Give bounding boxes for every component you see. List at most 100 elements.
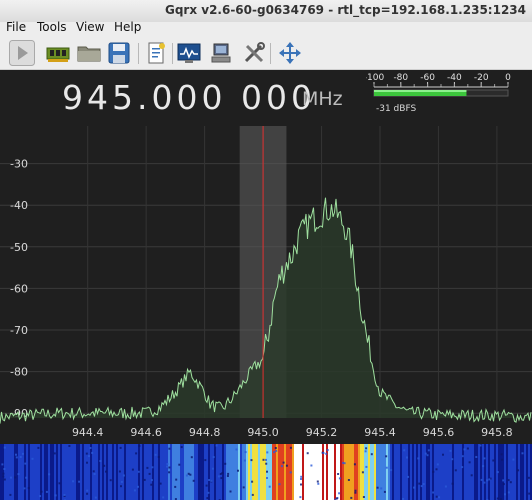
waterfall-noise xyxy=(244,451,247,454)
waterfall-noise xyxy=(310,464,313,467)
fft-settings-button[interactable] xyxy=(176,40,202,66)
waterfall-column xyxy=(60,444,62,500)
waterfall-noise xyxy=(289,471,292,474)
waterfall-column xyxy=(414,444,416,500)
waterfall[interactable] xyxy=(0,444,532,500)
waterfall-column xyxy=(112,444,114,500)
network-button[interactable] xyxy=(209,40,235,66)
waterfall-noise xyxy=(168,471,171,474)
waterfall-column xyxy=(2,444,4,500)
waterfall-noise xyxy=(347,479,350,481)
waterfall-noise xyxy=(86,461,88,464)
smeter-scale-label: -20 xyxy=(474,73,489,83)
waterfall-column xyxy=(156,444,158,500)
io-devices-button[interactable] xyxy=(45,40,71,66)
settings-tools-button[interactable] xyxy=(241,40,267,66)
waterfall-column xyxy=(128,444,130,500)
waterfall-noise xyxy=(3,446,6,449)
menu-file[interactable]: File xyxy=(6,20,26,34)
waterfall-noise xyxy=(338,492,341,495)
waterfall-column xyxy=(438,444,440,500)
waterfall-noise xyxy=(10,476,12,479)
waterfall-column xyxy=(344,444,346,500)
waterfall-noise xyxy=(383,490,386,493)
waterfall-noise xyxy=(322,452,325,454)
waterfall-column xyxy=(374,444,376,500)
waterfall-noise xyxy=(251,480,254,483)
save-settings-button[interactable] xyxy=(106,40,132,66)
x-tick-label: 945.4 xyxy=(364,426,396,439)
waterfall-column xyxy=(412,444,414,500)
waterfall-noise xyxy=(268,485,271,488)
remote-control-button[interactable] xyxy=(143,40,169,66)
move-arrows-icon xyxy=(279,42,301,64)
waterfall-column xyxy=(176,444,178,500)
waterfall-noise xyxy=(385,466,388,469)
waterfall-column xyxy=(170,444,172,500)
waterfall-noise xyxy=(226,475,229,477)
auto-range-button[interactable] xyxy=(277,40,303,66)
waterfall-column xyxy=(348,444,350,500)
waterfall-column xyxy=(428,444,430,500)
folder-icon xyxy=(77,46,101,62)
waterfall-column xyxy=(200,444,202,500)
waterfall-noise xyxy=(227,472,230,475)
waterfall-column xyxy=(214,444,216,500)
waterfall-column xyxy=(462,444,464,500)
waterfall-noise xyxy=(500,453,503,456)
waterfall-column xyxy=(442,444,444,500)
spectrum-chart[interactable]: -30-40-50-60-70-80-90944.4 944.6 944.8 945.… xyxy=(0,126,532,444)
waterfall-noise xyxy=(353,463,356,466)
waterfall-column xyxy=(136,444,138,500)
waterfall-column xyxy=(300,444,302,500)
waterfall-column xyxy=(270,444,272,500)
load-settings-button[interactable] xyxy=(76,40,102,66)
waterfall-column xyxy=(152,444,154,500)
waterfall-column xyxy=(166,444,168,500)
waterfall-noise xyxy=(137,470,140,473)
waterfall-column xyxy=(250,444,252,500)
smeter-readout: -31 dBFS xyxy=(376,104,416,114)
waterfall-column xyxy=(410,444,412,500)
network-computer-icon xyxy=(211,43,231,63)
menu-tools[interactable]: Tools xyxy=(37,20,67,34)
spectrum-plot[interactable]: -30 -40 -50 -60 -70 -80 -90 944.4 944.6 944.8 945.… xyxy=(0,126,532,444)
waterfall-noise xyxy=(23,487,26,490)
waterfall-noise xyxy=(154,453,157,456)
waterfall-noise xyxy=(504,493,506,496)
waterfall-noise xyxy=(470,474,473,477)
waterfall-noise xyxy=(337,473,340,475)
waterfall-noise xyxy=(210,479,213,482)
waterfall-noise xyxy=(390,469,393,472)
waterfall-column xyxy=(328,444,330,500)
waterfall-column xyxy=(460,444,462,500)
waterfall-column xyxy=(86,444,88,500)
waterfall-column xyxy=(58,444,60,500)
waterfall-noise xyxy=(273,451,276,454)
waterfall-noise xyxy=(502,479,505,482)
frequency-readout[interactable]: 945.000 000 xyxy=(62,78,316,117)
y-tick-label: -40 xyxy=(10,199,28,212)
waterfall-noise xyxy=(109,479,112,482)
start-dsp-button[interactable] xyxy=(9,40,35,66)
menu-view[interactable]: View xyxy=(76,20,104,34)
waterfall-noise xyxy=(507,479,510,482)
waterfall-column xyxy=(102,444,104,500)
y-tick-label: -60 xyxy=(10,282,28,295)
waterfall-display[interactable] xyxy=(0,444,532,500)
waterfall-column xyxy=(210,444,212,500)
waterfall-column xyxy=(84,444,86,500)
waterfall-noise xyxy=(483,457,486,460)
waterfall-column xyxy=(98,444,100,500)
waterfall-column xyxy=(162,444,164,500)
waterfall-column xyxy=(148,444,150,500)
waterfall-noise xyxy=(354,491,357,494)
waterfall-noise xyxy=(220,477,223,480)
smeter-scale-label: -80 xyxy=(393,73,408,83)
waterfall-column xyxy=(474,444,476,500)
waterfall-noise xyxy=(2,472,5,475)
menu-help[interactable]: Help xyxy=(114,20,141,34)
waterfall-column xyxy=(420,444,422,500)
tools-icon xyxy=(244,42,265,63)
waterfall-column xyxy=(154,444,156,500)
